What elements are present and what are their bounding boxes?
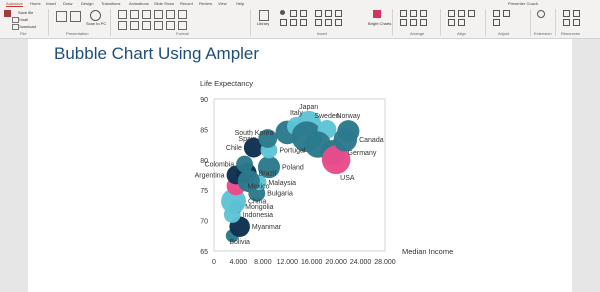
bubble[interactable] xyxy=(333,127,358,152)
bubble-label: Myanmar xyxy=(252,224,282,231)
x-tick-label: 24.000 xyxy=(350,259,372,266)
bubble-label: Poland xyxy=(282,165,304,172)
bubble-chart[interactable]: Life ExpectancyMedian Income657075808590… xyxy=(0,0,600,292)
bubble-label: South Korea xyxy=(235,130,274,137)
bubble-label: Italy xyxy=(290,110,303,117)
bubble-label: Colombia xyxy=(205,162,235,169)
y-axis-label: Life Expectancy xyxy=(200,79,253,88)
bubble-label: Argentina xyxy=(195,173,225,180)
y-tick-label: 90 xyxy=(200,97,208,104)
bubble-label: Brazil xyxy=(259,171,277,178)
x-tick-label: 0 xyxy=(212,259,216,266)
bubble-label: Chile xyxy=(226,145,242,152)
x-tick-label: 12.000 xyxy=(277,259,299,266)
bubble-label: Malaysia xyxy=(268,180,296,187)
bubble-label: Indonesia xyxy=(243,212,273,219)
bubble-label: Spain xyxy=(238,136,256,143)
x-tick-label: 8.000 xyxy=(254,259,272,266)
x-axis-label: Median Income xyxy=(402,247,453,256)
y-tick-label: 65 xyxy=(200,249,208,256)
bubble-label: Germany xyxy=(348,150,377,157)
y-tick-label: 75 xyxy=(200,188,208,195)
bubble-label: Portugal xyxy=(279,148,306,155)
x-tick-label: 28.000 xyxy=(374,259,396,266)
bubble-label: Mexico xyxy=(247,183,269,190)
bubble-label: Norway xyxy=(336,113,360,120)
y-tick-label: 70 xyxy=(200,219,208,226)
x-tick-label: 16.000 xyxy=(301,259,323,266)
bubble-label: China xyxy=(248,199,266,206)
x-tick-label: 20.000 xyxy=(325,259,347,266)
bubble-label: Japan xyxy=(299,104,318,111)
bubble-label: USA xyxy=(340,175,355,182)
bubble[interactable] xyxy=(236,155,253,173)
bubble-label: Bulgaria xyxy=(267,191,293,198)
y-tick-label: 85 xyxy=(200,127,208,134)
bubble-label: Bolivia xyxy=(229,239,250,246)
x-tick-label: 4.000 xyxy=(230,259,248,266)
bubble-label: Canada xyxy=(359,137,384,144)
